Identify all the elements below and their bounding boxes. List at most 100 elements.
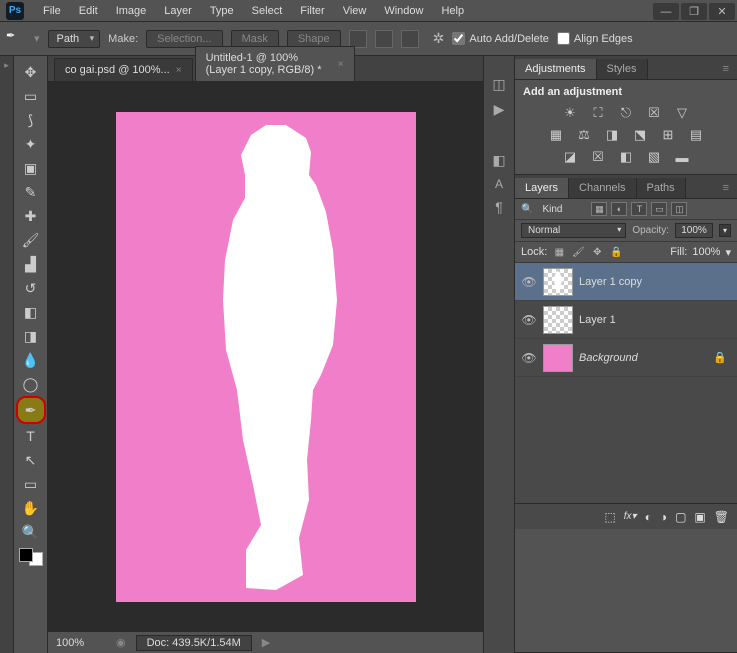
lookup-icon[interactable]: ▤ bbox=[685, 126, 707, 144]
menu-window[interactable]: Window bbox=[375, 2, 432, 20]
document-tab[interactable]: co gai.psd @ 100%...× bbox=[54, 58, 193, 81]
layer-name[interactable]: Background bbox=[579, 352, 707, 364]
gradient-tool[interactable]: ◨ bbox=[17, 324, 45, 348]
opacity-stepper[interactable]: ▾ bbox=[719, 224, 731, 237]
path-align-icon[interactable] bbox=[375, 30, 393, 48]
hand-tool[interactable]: ✋ bbox=[17, 496, 45, 520]
opacity-input[interactable]: 100% bbox=[675, 223, 713, 238]
layer-thumbnail[interactable] bbox=[543, 344, 573, 372]
layer-name[interactable]: Layer 1 bbox=[579, 314, 731, 326]
trash-icon[interactable]: 🗑 bbox=[714, 510, 729, 524]
minimize-button[interactable]: — bbox=[653, 3, 679, 20]
healing-tool[interactable]: ✚ bbox=[17, 204, 45, 228]
layer-thumbnail[interactable] bbox=[543, 306, 573, 334]
menu-help[interactable]: Help bbox=[432, 2, 473, 20]
hue-icon[interactable]: ▦ bbox=[545, 126, 567, 144]
selection-button[interactable]: Selection... bbox=[146, 30, 222, 48]
layer-thumbnail[interactable] bbox=[543, 268, 573, 296]
canvas[interactable] bbox=[116, 112, 416, 602]
eraser-tool[interactable]: ◧ bbox=[17, 300, 45, 324]
layer-row[interactable]: 👁 Layer 1 copy bbox=[515, 263, 737, 301]
filter-smart-icon[interactable]: ◫ bbox=[671, 202, 687, 216]
mixer-icon[interactable]: ⊞ bbox=[657, 126, 679, 144]
menu-layer[interactable]: Layer bbox=[155, 2, 201, 20]
menu-edit[interactable]: Edit bbox=[70, 2, 107, 20]
brightness-icon[interactable]: ☀ bbox=[559, 104, 581, 122]
close-icon[interactable]: × bbox=[176, 65, 182, 76]
lock-transparency-icon[interactable]: ▦ bbox=[552, 245, 566, 259]
brush-tool[interactable]: 🖌 bbox=[17, 228, 45, 252]
marquee-tool[interactable]: ▭ bbox=[17, 84, 45, 108]
adjustment-icon[interactable]: ◑ bbox=[660, 510, 667, 524]
close-icon[interactable]: × bbox=[338, 59, 344, 70]
panel-icon[interactable]: ▶ bbox=[494, 101, 505, 118]
blur-tool[interactable]: 💧 bbox=[17, 348, 45, 372]
crop-tool[interactable]: ▣ bbox=[17, 156, 45, 180]
zoom-level[interactable]: 100% bbox=[56, 637, 106, 649]
balance-icon[interactable]: ⚖ bbox=[573, 126, 595, 144]
layer-row[interactable]: 👁 Layer 1 bbox=[515, 301, 737, 339]
shape-tool[interactable]: ▭ bbox=[17, 472, 45, 496]
filter-type-icon[interactable]: T bbox=[631, 202, 647, 216]
menu-select[interactable]: Select bbox=[243, 2, 292, 20]
styles-tab[interactable]: Styles bbox=[597, 59, 648, 79]
lock-all-icon[interactable]: 🔒 bbox=[609, 245, 623, 259]
mask-icon[interactable]: ◐ bbox=[645, 510, 652, 524]
levels-icon[interactable]: ⛶ bbox=[587, 104, 609, 122]
group-icon[interactable]: ▢ bbox=[675, 510, 686, 524]
adjustments-tab[interactable]: Adjustments bbox=[515, 59, 597, 79]
close-button[interactable]: ✕ bbox=[709, 3, 735, 20]
blend-mode-dropdown[interactable]: Normal bbox=[521, 223, 626, 238]
gradient-map-icon[interactable]: ▬ bbox=[671, 148, 693, 166]
selective-icon[interactable]: ▧ bbox=[643, 148, 665, 166]
layers-tab[interactable]: Layers bbox=[515, 178, 569, 198]
vibrance-icon[interactable]: ▽ bbox=[671, 104, 693, 122]
threshold-icon[interactable]: ◧ bbox=[615, 148, 637, 166]
menu-view[interactable]: View bbox=[334, 2, 376, 20]
path-select-tool[interactable]: ↖ bbox=[17, 448, 45, 472]
path-mode-dropdown[interactable]: Path bbox=[48, 30, 101, 48]
fill-stepper[interactable]: ▾ bbox=[725, 246, 731, 259]
channels-tab[interactable]: Channels bbox=[569, 178, 636, 198]
maximize-button[interactable]: ❐ bbox=[681, 3, 707, 20]
panel-icon[interactable]: ¶ bbox=[495, 199, 503, 215]
history-brush-tool[interactable]: ↺ bbox=[17, 276, 45, 300]
exposure-icon[interactable]: ☒ bbox=[643, 104, 665, 122]
invert-icon[interactable]: ◪ bbox=[559, 148, 581, 166]
doc-size[interactable]: Doc: 439.5K/1.54M bbox=[136, 635, 252, 651]
filter-adjust-icon[interactable]: ◐ bbox=[611, 202, 627, 216]
bw-icon[interactable]: ◨ bbox=[601, 126, 623, 144]
align-edges-checkbox[interactable]: Align Edges bbox=[557, 32, 633, 45]
pen-tool[interactable]: ✒ bbox=[16, 396, 46, 424]
menu-type[interactable]: Type bbox=[201, 2, 243, 20]
visibility-icon[interactable]: 👁 bbox=[521, 313, 537, 327]
fx-icon[interactable]: fx▾ bbox=[624, 511, 637, 522]
lock-position-icon[interactable]: ✥ bbox=[590, 245, 604, 259]
menu-image[interactable]: Image bbox=[107, 2, 156, 20]
fill-input[interactable]: 100% bbox=[692, 246, 720, 258]
visibility-icon[interactable]: 👁 bbox=[521, 351, 537, 365]
arrow-icon[interactable]: ▶ bbox=[262, 636, 270, 649]
link-icon[interactable]: ⬚ bbox=[604, 510, 615, 524]
layer-name[interactable]: Layer 1 copy bbox=[579, 276, 731, 288]
visibility-icon[interactable]: 👁 bbox=[521, 275, 537, 289]
panel-menu-icon[interactable]: ≡ bbox=[715, 59, 737, 79]
mask-button[interactable]: Mask bbox=[231, 30, 279, 48]
filter-pixel-icon[interactable]: ▦ bbox=[591, 202, 607, 216]
panel-menu-icon[interactable]: ≡ bbox=[715, 178, 737, 198]
path-op-icon[interactable] bbox=[349, 30, 367, 48]
eyedropper-tool[interactable]: ✎ bbox=[17, 180, 45, 204]
dodge-tool[interactable]: ◯ bbox=[17, 372, 45, 396]
panel-icon[interactable]: ◧ bbox=[492, 152, 505, 169]
type-tool[interactable]: T bbox=[17, 424, 45, 448]
gear-icon[interactable]: ✲ bbox=[433, 30, 445, 47]
auto-add-delete-checkbox[interactable]: Auto Add/Delete bbox=[452, 32, 549, 45]
stamp-tool[interactable]: ▟ bbox=[17, 252, 45, 276]
zoom-tool[interactable]: 🔍 bbox=[17, 520, 45, 544]
posterize-icon[interactable]: ☒ bbox=[587, 148, 609, 166]
menu-filter[interactable]: Filter bbox=[291, 2, 333, 20]
photo-filter-icon[interactable]: ⬔ bbox=[629, 126, 651, 144]
new-layer-icon[interactable]: ▣ bbox=[694, 510, 705, 524]
info-icon[interactable]: ◉ bbox=[116, 636, 126, 649]
shape-button[interactable]: Shape bbox=[287, 30, 341, 48]
